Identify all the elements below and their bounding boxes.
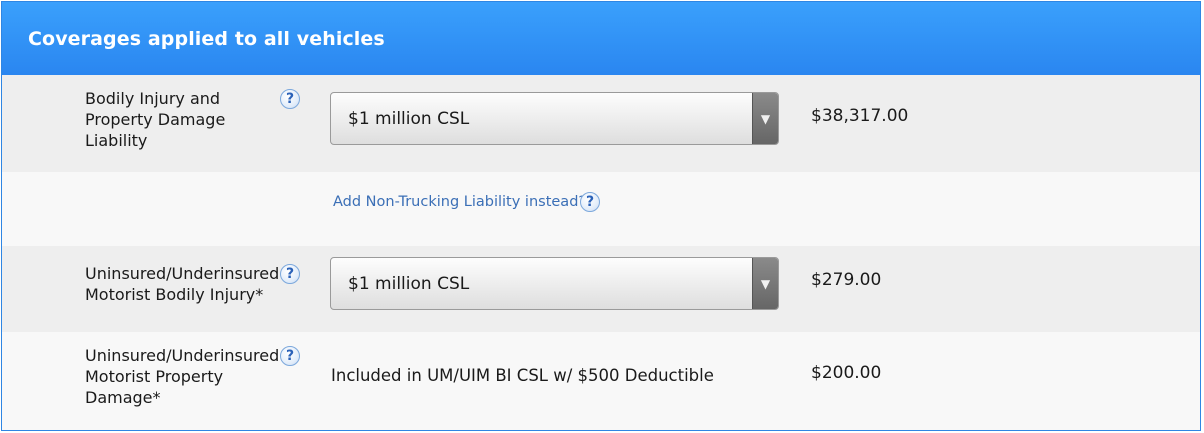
coverage-included-text: Included in UM/UIM BI CSL w/ $500 Deduct… bbox=[331, 366, 714, 385]
help-icon[interactable]: ? bbox=[280, 264, 300, 284]
chevron-down-icon: ▼ bbox=[752, 258, 778, 309]
bodily-injury-limit-select[interactable]: $1 million CSL ▼ bbox=[330, 92, 779, 145]
coverage-row-um-property-damage: Uninsured/Underinsured Motorist Property… bbox=[2, 332, 1200, 430]
panel-title: Coverages applied to all vehicles bbox=[28, 27, 385, 50]
coverage-row-um-bodily-injury: Uninsured/Underinsured Motorist Bodily I… bbox=[2, 246, 1200, 332]
non-trucking-row: Add Non-Trucking Liability instead? ? bbox=[2, 172, 1200, 246]
select-value: $1 million CSL bbox=[348, 273, 470, 294]
help-icon[interactable]: ? bbox=[580, 192, 600, 212]
um-bodily-injury-limit-select[interactable]: $1 million CSL ▼ bbox=[330, 257, 779, 310]
help-icon[interactable]: ? bbox=[280, 89, 300, 109]
coverage-row-bodily-injury: Bodily Injury and Property Damage Liabil… bbox=[2, 75, 1200, 172]
coverage-price: $200.00 bbox=[811, 363, 882, 383]
coverage-price: $38,317.00 bbox=[811, 106, 909, 126]
panel-header: Coverages applied to all vehicles bbox=[2, 2, 1200, 75]
coverage-label: Uninsured/Underinsured Motorist Bodily I… bbox=[85, 264, 280, 304]
help-icon[interactable]: ? bbox=[280, 346, 300, 366]
coverages-panel: Coverages applied to all vehicles Bodily… bbox=[1, 1, 1201, 431]
coverage-price: $279.00 bbox=[811, 270, 882, 290]
add-non-trucking-liability-link[interactable]: Add Non-Trucking Liability instead? bbox=[333, 194, 586, 210]
coverage-label: Uninsured/Underinsured Motorist Property… bbox=[85, 346, 280, 407]
chevron-down-icon: ▼ bbox=[752, 93, 778, 144]
select-value: $1 million CSL bbox=[348, 108, 470, 129]
coverage-label: Bodily Injury and Property Damage Liabil… bbox=[85, 89, 226, 150]
